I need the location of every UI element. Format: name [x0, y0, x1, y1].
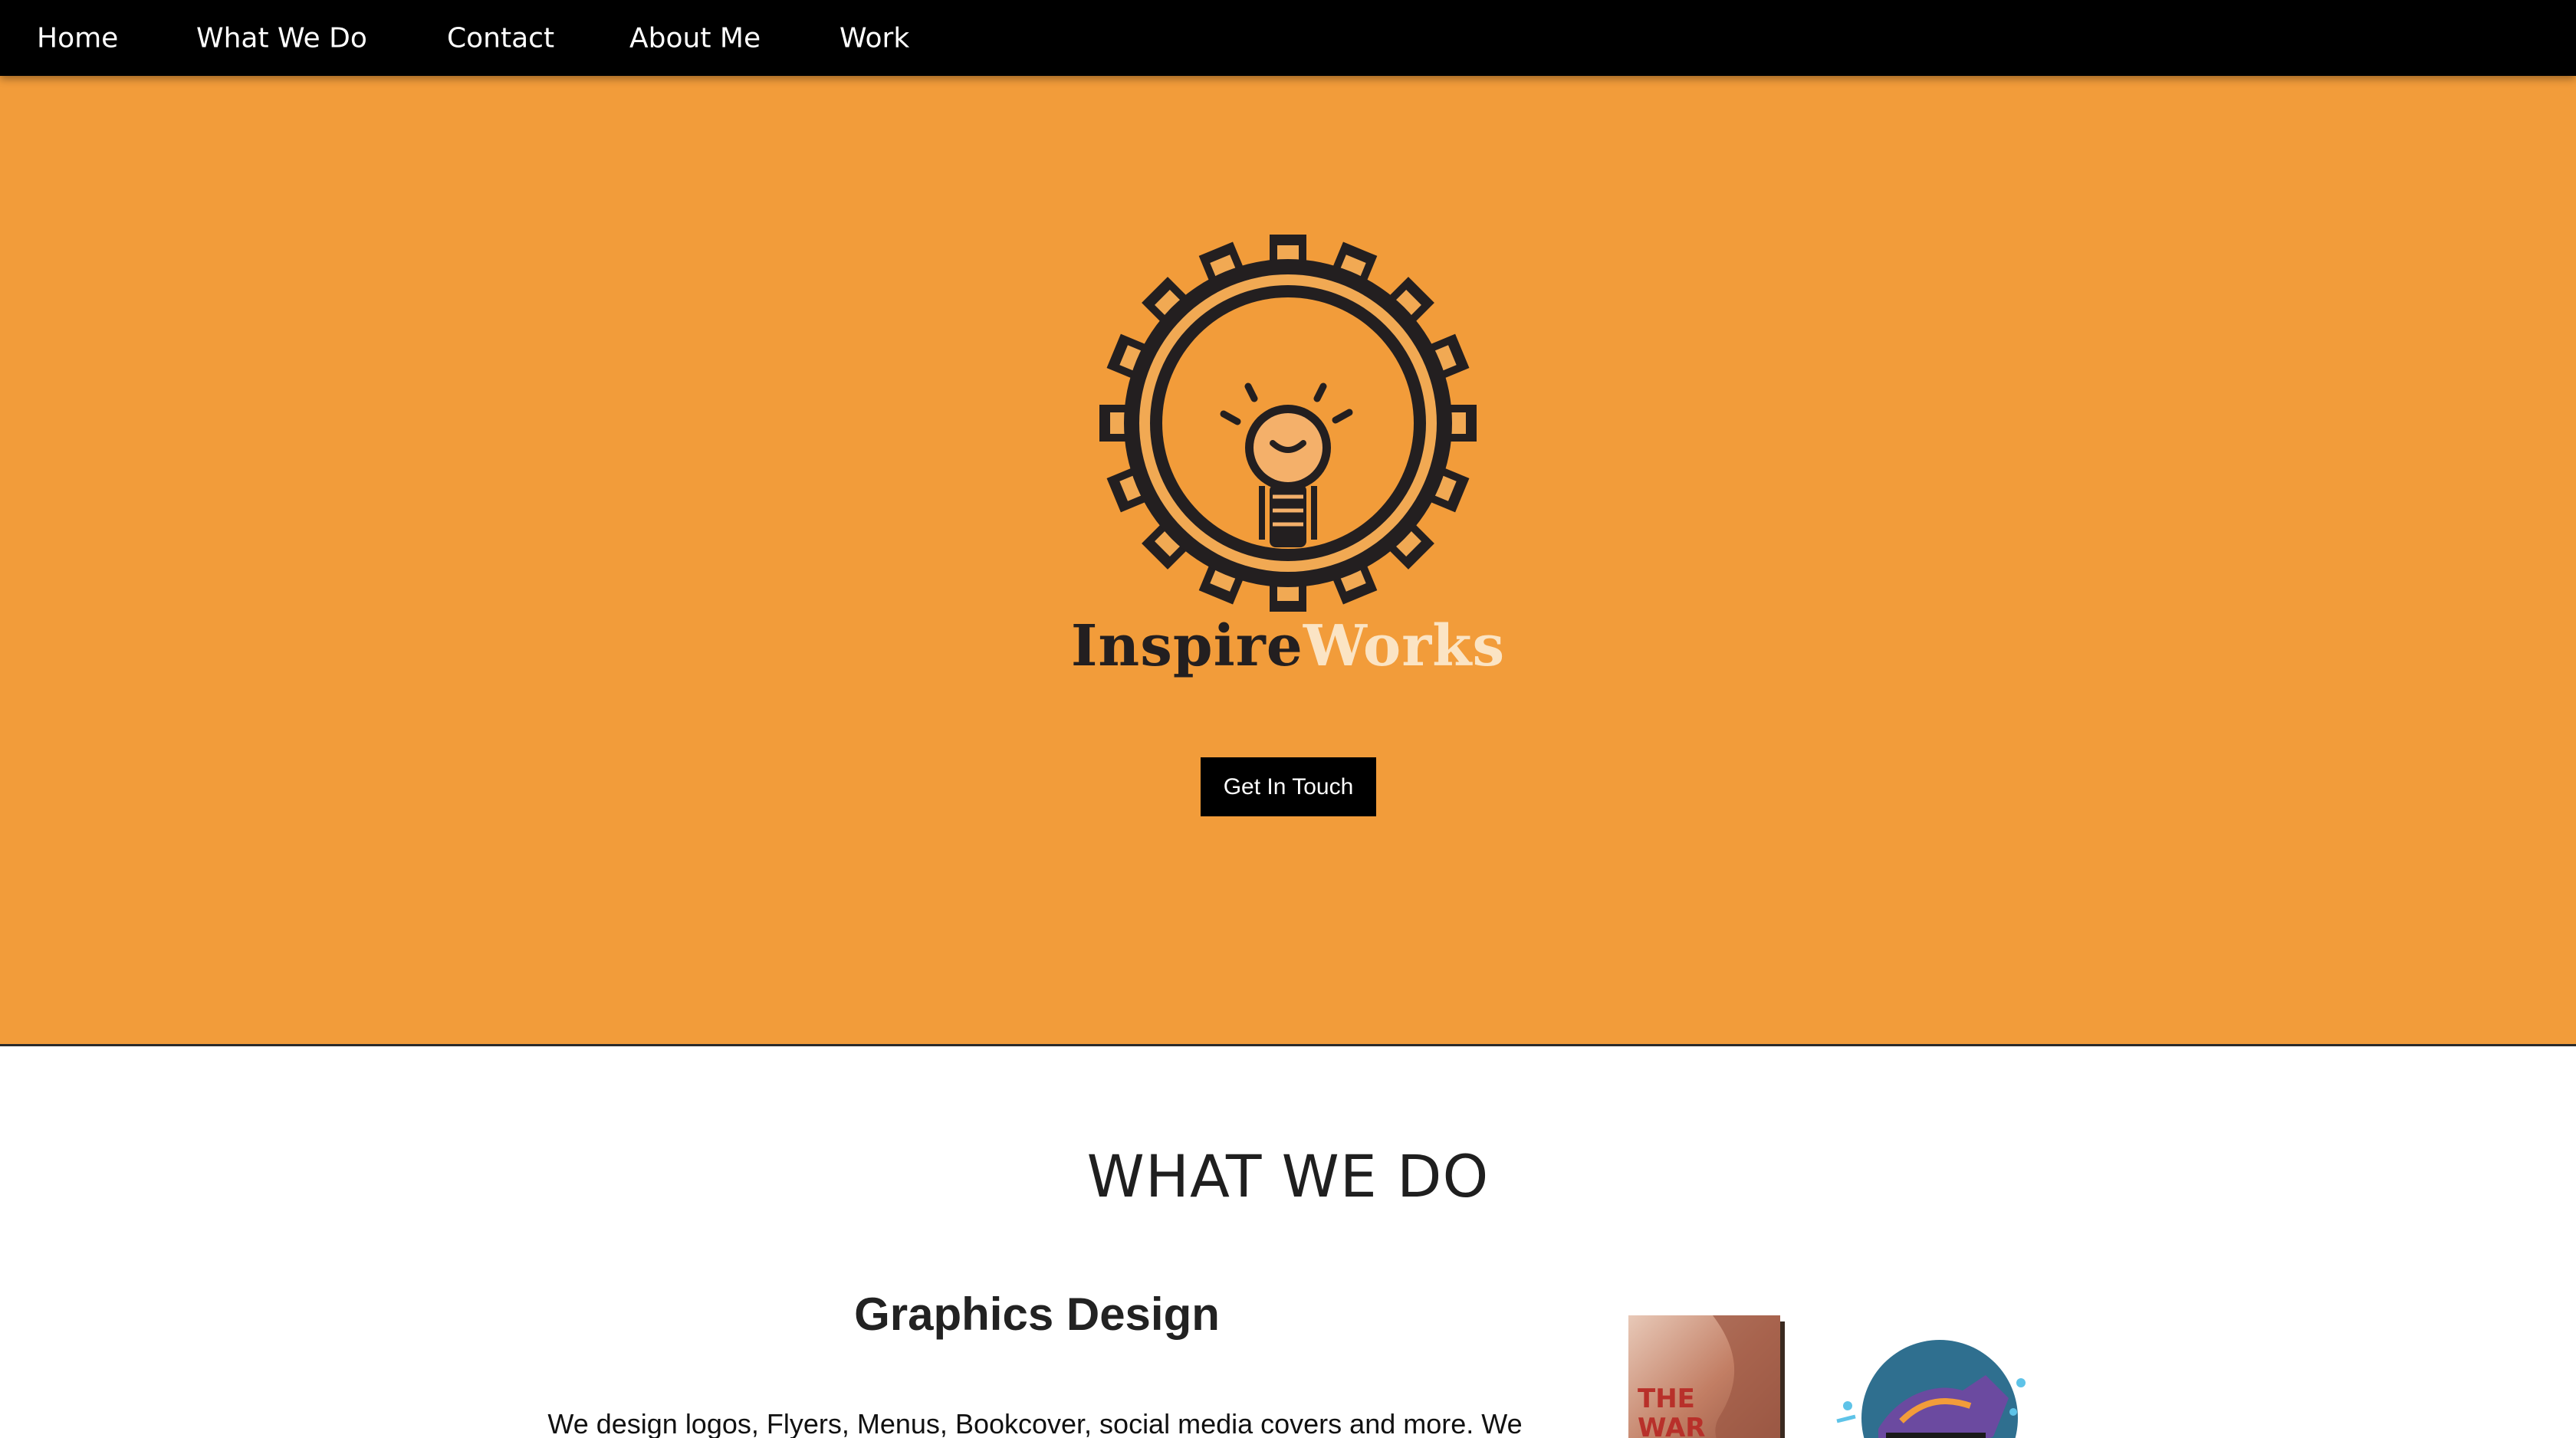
graphics-design-title: Graphics Design: [854, 1289, 1220, 1340]
brand-part-works: Works: [1303, 613, 1506, 679]
nav-home[interactable]: Home: [37, 22, 118, 54]
nav-contact[interactable]: Contact: [447, 22, 554, 54]
brand-part-inspire: Inspire: [1070, 613, 1303, 679]
nav-about-me[interactable]: About Me: [629, 22, 761, 54]
sneaker-badge-image: [1832, 1337, 2032, 1438]
book-cover-image: THE WAR: [1628, 1315, 1789, 1438]
page: Home What We Do Contact About Me Work In…: [0, 0, 2576, 1438]
brand-wordmark: InspireWorks: [0, 613, 2576, 679]
hero-section: InspireWorks Get In Touch: [0, 76, 2576, 1046]
graphics-design-description: We design logos, Flyers, Menus, Bookcove…: [547, 1408, 1523, 1438]
nav-work[interactable]: Work: [840, 22, 909, 54]
top-navbar: Home What We Do Contact About Me Work: [0, 0, 2576, 76]
book-title-line1: THE: [1638, 1384, 1695, 1414]
gear-lightbulb-icon: [1098, 233, 1478, 613]
get-in-touch-button[interactable]: Get In Touch: [1201, 757, 1376, 816]
nav-what-we-do[interactable]: What We Do: [196, 22, 367, 54]
section-title-what-we-do: WHAT WE DO: [1086, 1142, 1490, 1210]
book-title-line2: WAR: [1638, 1413, 1705, 1438]
